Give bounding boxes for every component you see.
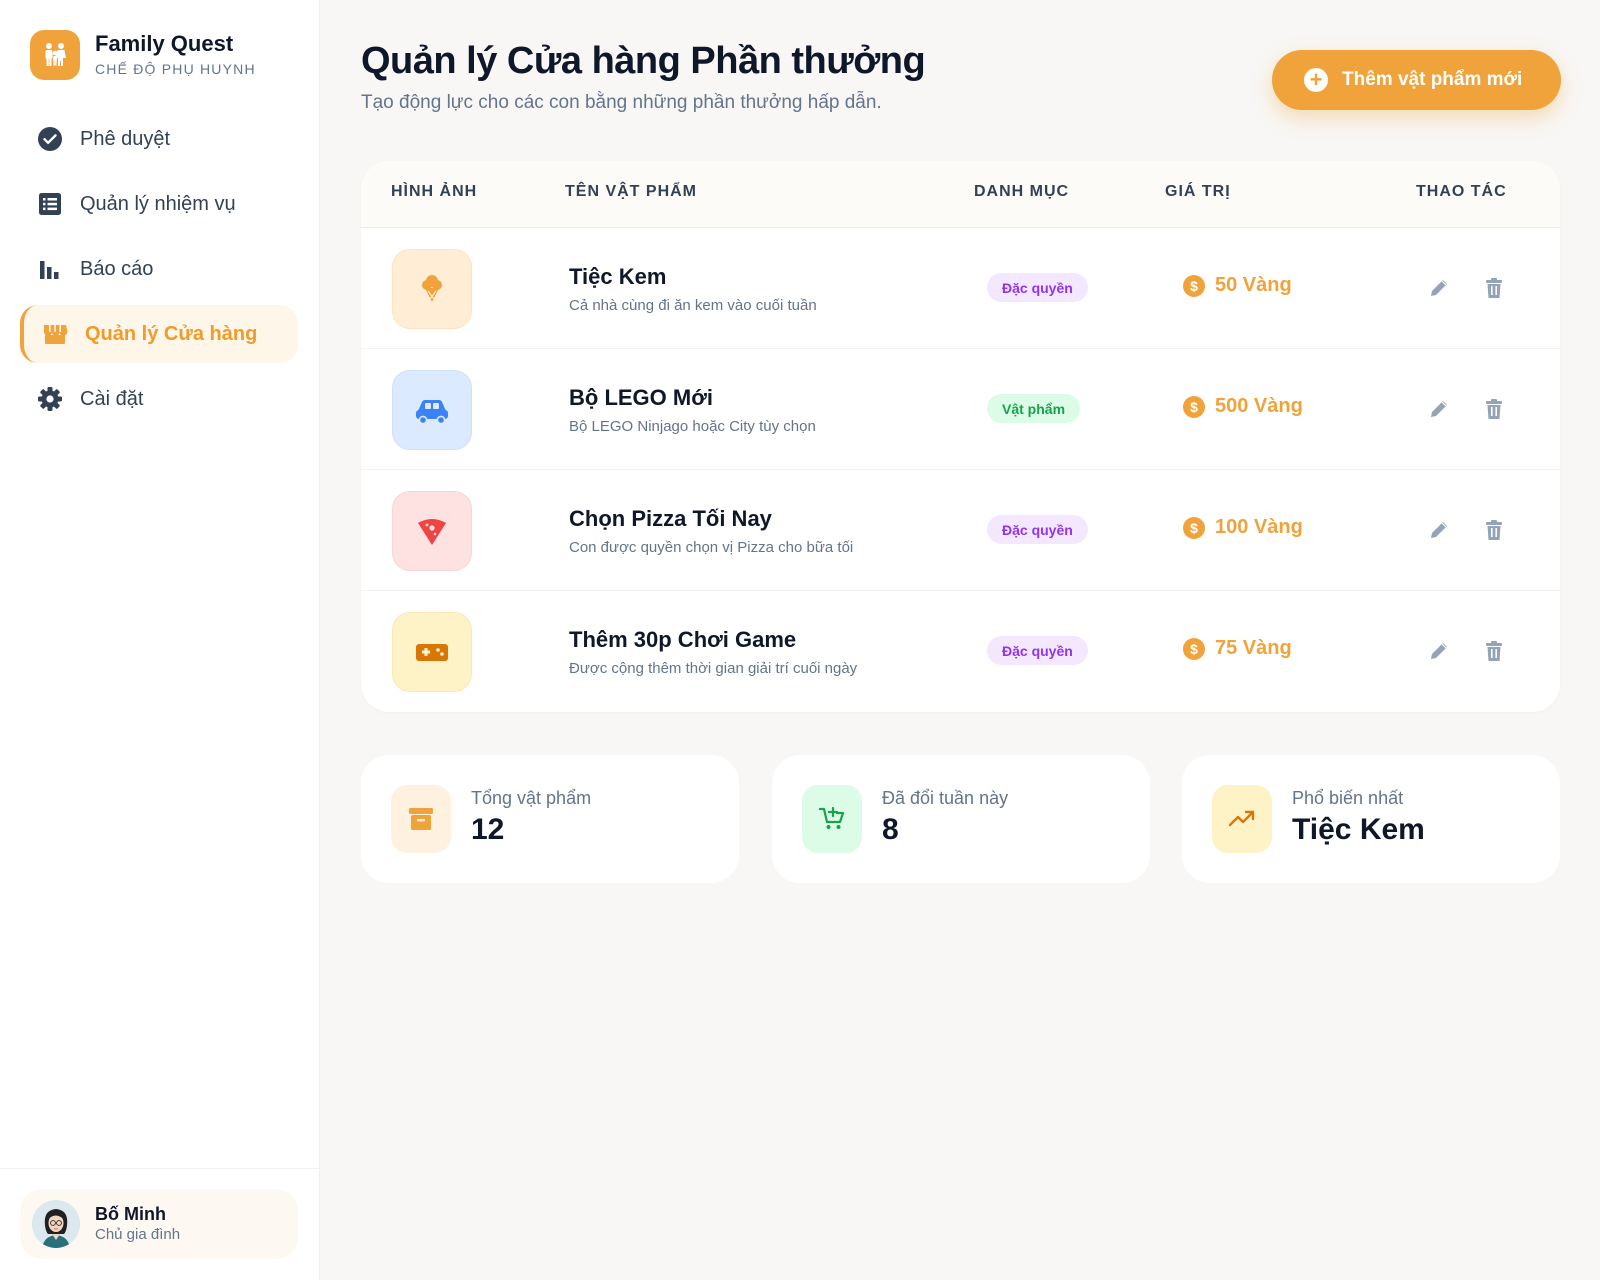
sidebar-item-tasks[interactable]: Quản lý nhiệm vụ: [20, 175, 298, 233]
item-name: Tiệc Kem: [569, 264, 667, 289]
main-content: Quản lý Cửa hàng Phần thưởng Tạo động lự…: [320, 0, 1600, 1280]
item-description: Bộ LEGO Ninjago hoặc City tùy chọn: [569, 418, 816, 435]
table-row: Thêm 30p Chơi Game Được cộng thêm thời g…: [361, 591, 1560, 712]
ice-cream-icon: [392, 249, 472, 329]
add-item-button[interactable]: + Thêm vật phẩm mới: [1272, 50, 1561, 110]
table-row: Tiệc Kem Cả nhà cùng đi ăn kem vào cuối …: [361, 228, 1560, 349]
bar-chart-icon: [37, 256, 63, 282]
edit-button[interactable]: [1427, 518, 1451, 542]
sidebar-item-store[interactable]: Quản lý Cửa hàng: [20, 305, 298, 363]
check-circle-icon: [37, 126, 63, 152]
user-name: Bố Minh: [95, 1204, 166, 1224]
sidebar-item-label: Cài đặt: [80, 387, 144, 410]
add-item-button-label: Thêm vật phẩm mới: [1342, 69, 1523, 90]
list-icon: [37, 191, 63, 217]
brand[interactable]: Family Quest CHẾ ĐỘ PHỤ HUYNH: [30, 30, 256, 80]
archive-icon: [391, 785, 451, 853]
item-description: Con được quyền chọn vị Pizza cho bữa tối: [569, 539, 854, 556]
category-badge: Đặc quyền: [987, 273, 1088, 302]
sidebar-item-label: Quản lý nhiệm vụ: [80, 192, 236, 215]
delete-button[interactable]: [1482, 518, 1506, 542]
stat-label: Đã đổi tuần này: [882, 788, 1009, 808]
stat-label: Phổ biến nhất: [1292, 788, 1404, 808]
stat-value: Tiệc Kem: [1292, 813, 1425, 846]
rewards-table: HÌNH ẢNH TÊN VẬT PHẨM DANH MỤC GIÁ TRỊ T…: [361, 161, 1560, 712]
trending-up-icon: [1212, 785, 1272, 853]
sidebar-nav: Phê duyệt Quản lý nhiệm vụ Báo cáo Quản …: [20, 110, 298, 435]
column-header-name: TÊN VẬT PHẨM: [565, 183, 697, 200]
stat-value: 12: [471, 813, 505, 846]
table-row: Bộ LEGO Mới Bộ LEGO Ninjago hoặc City tù…: [361, 349, 1560, 470]
item-price: $ 100 Vàng: [1183, 516, 1303, 539]
sidebar-item-label: Quản lý Cửa hàng: [85, 322, 258, 345]
stat-value: 8: [882, 813, 899, 846]
pizza-icon: [392, 491, 472, 571]
sidebar-item-label: Báo cáo: [80, 257, 154, 280]
price-label: 100 Vàng: [1215, 516, 1303, 538]
stat-card-most-popular: Phổ biến nhất Tiệc Kem: [1182, 755, 1560, 883]
column-header-image: HÌNH ẢNH: [391, 183, 478, 200]
category-badge: Đặc quyền: [987, 515, 1088, 544]
coin-icon: $: [1183, 395, 1205, 418]
coin-icon: $: [1183, 274, 1205, 297]
trash-icon: [1486, 278, 1502, 298]
edit-button[interactable]: [1427, 397, 1451, 421]
category-badge: Đặc quyền: [987, 636, 1088, 665]
price-label: 75 Vàng: [1215, 637, 1292, 659]
page-title: Quản lý Cửa hàng Phần thưởng: [361, 40, 926, 82]
brand-subtitle: CHẾ ĐỘ PHỤ HUYNH: [95, 61, 256, 77]
category-badge: Vật phẩm: [987, 394, 1081, 423]
column-header-category: DANH MỤC: [974, 183, 1070, 200]
sidebar-item-settings[interactable]: Cài đặt: [20, 370, 298, 428]
price-label: 500 Vàng: [1215, 395, 1303, 417]
pencil-icon: [1431, 280, 1447, 296]
avatar: [32, 1200, 80, 1248]
page-subtitle: Tạo động lực cho các con bằng những phần…: [361, 92, 882, 113]
family-logo-icon: [30, 30, 80, 80]
store-icon: [42, 321, 68, 347]
pencil-icon: [1431, 643, 1447, 659]
table-header: HÌNH ẢNH TÊN VẬT PHẨM DANH MỤC GIÁ TRỊ T…: [361, 161, 1560, 228]
item-description: Được cộng thêm thời gian giải trí cuối n…: [569, 660, 858, 677]
edit-button[interactable]: [1427, 276, 1451, 300]
item-price: $ 50 Vàng: [1183, 274, 1292, 297]
pencil-icon: [1431, 522, 1447, 538]
item-name: Chọn Pizza Tối Nay: [569, 506, 772, 531]
column-header-value: GIÁ TRỊ: [1165, 183, 1231, 200]
stat-card-total-items: Tổng vật phẩm 12: [361, 755, 739, 883]
brand-title: Family Quest: [95, 31, 234, 56]
gamepad-icon: [392, 612, 472, 692]
coin-icon: $: [1183, 516, 1205, 539]
stat-card-redeemed-week: Đã đổi tuần này 8: [772, 755, 1150, 883]
delete-button[interactable]: [1482, 276, 1506, 300]
item-price: $ 500 Vàng: [1183, 395, 1303, 418]
user-role: Chủ gia đình: [95, 1226, 181, 1243]
price-label: 50 Vàng: [1215, 274, 1292, 296]
item-description: Cả nhà cùng đi ăn kem vào cuối tuần: [569, 297, 817, 314]
user-profile-card[interactable]: Bố Minh Chủ gia đình: [20, 1189, 298, 1259]
column-header-actions: THAO TÁC: [1416, 183, 1507, 200]
item-price: $ 75 Vàng: [1183, 637, 1292, 660]
coin-icon: $: [1183, 637, 1205, 660]
sidebar: Family Quest CHẾ ĐỘ PHỤ HUYNH Phê duyệt …: [0, 0, 320, 1280]
sidebar-item-label: Phê duyệt: [80, 127, 171, 150]
trash-icon: [1486, 520, 1502, 540]
delete-button[interactable]: [1482, 639, 1506, 663]
cart-icon: [802, 785, 862, 853]
edit-button[interactable]: [1427, 639, 1451, 663]
trash-icon: [1486, 641, 1502, 661]
item-name: Thêm 30p Chơi Game: [569, 627, 797, 652]
profile-section: Bố Minh Chủ gia đình: [0, 1168, 320, 1280]
item-name: Bộ LEGO Mới: [569, 385, 713, 410]
plus-circle-icon: +: [1304, 68, 1328, 92]
sidebar-item-approvals[interactable]: Phê duyệt: [20, 110, 298, 168]
sidebar-item-reports[interactable]: Báo cáo: [20, 240, 298, 298]
trash-icon: [1486, 399, 1502, 419]
delete-button[interactable]: [1482, 397, 1506, 421]
stat-label: Tổng vật phẩm: [471, 788, 592, 808]
car-icon: [392, 370, 472, 450]
gear-icon: [37, 386, 63, 412]
pencil-icon: [1431, 401, 1447, 417]
table-row: Chọn Pizza Tối Nay Con được quyền chọn v…: [361, 470, 1560, 591]
